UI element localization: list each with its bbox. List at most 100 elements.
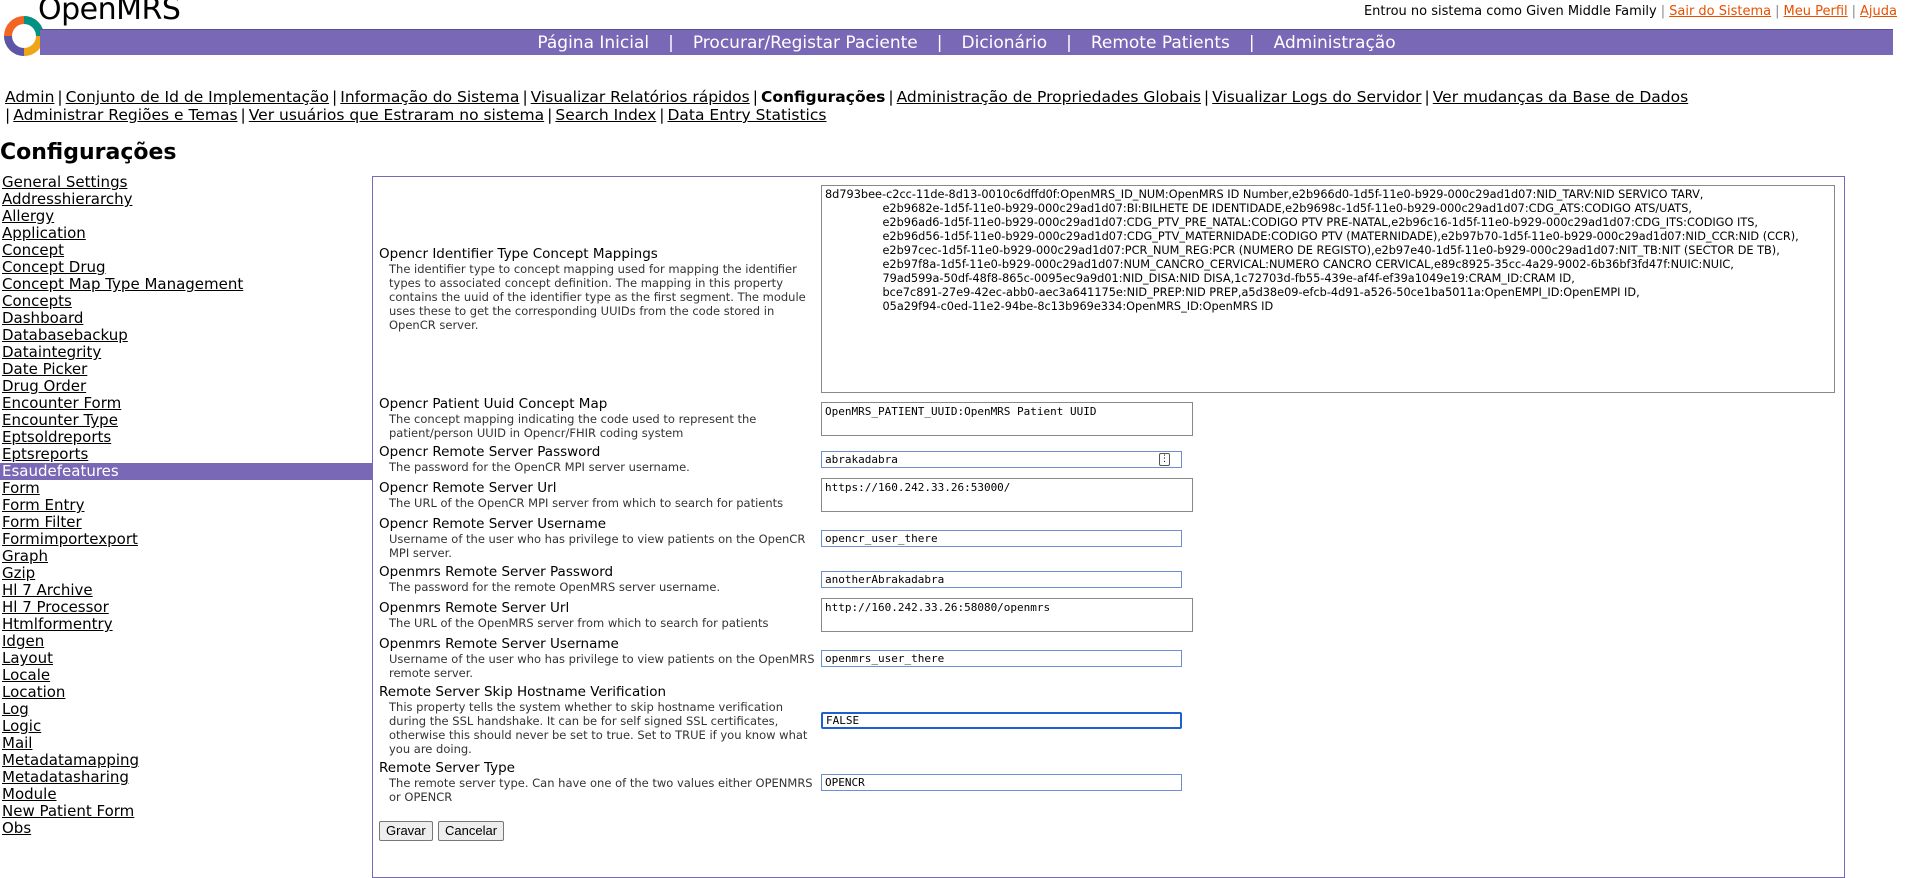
sidebar-item-new-patient-form[interactable]: New Patient Form xyxy=(0,803,372,820)
property-block: Remote Server Skip Hostname Verification… xyxy=(379,684,819,757)
sidebar-item-addresshierarchy[interactable]: Addresshierarchy xyxy=(0,191,372,208)
save-button[interactable]: Gravar xyxy=(379,821,433,841)
sidebar-item-concept-drug[interactable]: Concept Drug xyxy=(0,259,372,276)
sidebar-item-form[interactable]: Form xyxy=(0,480,372,497)
sidebar-item-htmlformentry[interactable]: Htmlformentry xyxy=(0,616,372,633)
property-name: Opencr Remote Server Url xyxy=(379,480,557,496)
sidebar-item-form-filter[interactable]: Form Filter xyxy=(0,514,372,531)
logout-link[interactable]: Sair do Sistema xyxy=(1669,4,1771,19)
admin-link-settings[interactable]: Configurações xyxy=(761,88,885,106)
sidebar-item-concept[interactable]: Concept xyxy=(0,242,372,259)
openmrs-url-textarea[interactable]: http://160.242.33.26:58080/openmrs xyxy=(821,598,1193,632)
sidebar-item-hl-7-archive[interactable]: Hl 7 Archive xyxy=(0,582,372,599)
property-block: Opencr Patient Uuid Concept Map The conc… xyxy=(379,396,819,441)
sidebar-item-drug-order[interactable]: Drug Order xyxy=(0,378,372,395)
sidebar-item-metadatasharing[interactable]: Metadatasharing xyxy=(0,769,372,786)
admin-links: Admin | Conjunto de Id de Implementação | In… xyxy=(5,88,1689,124)
admin-link-implementation-id[interactable]: Conjunto de Id de Implementação xyxy=(66,88,329,106)
nav-home[interactable]: Página Inicial xyxy=(518,33,668,53)
property-block: Remote Server Type The remote server typ… xyxy=(379,761,819,805)
property-block: Openmrs Remote Server Url The URL of the… xyxy=(379,600,819,631)
property-block: Openmrs Remote Server Username Username … xyxy=(379,637,819,681)
sidebar-item-formimportexport[interactable]: Formimportexport xyxy=(0,531,372,548)
admin-link-system-info[interactable]: Informação do Sistema xyxy=(340,88,519,106)
property-name: Openmrs Remote Server Url xyxy=(379,600,570,616)
property-description: The identifier type to concept mapping u… xyxy=(389,262,806,332)
property-block: Opencr Remote Server Password The passwo… xyxy=(379,444,819,475)
sidebar-item-allergy[interactable]: Allergy xyxy=(0,208,372,225)
user-bar: Entrou no sistema como Given Middle Fami… xyxy=(1363,4,1897,19)
cancel-button[interactable]: Cancelar xyxy=(438,821,505,841)
nav-find-patient[interactable]: Procurar/Registar Paciente xyxy=(674,33,937,53)
sidebar-item-general-settings[interactable]: General Settings xyxy=(0,174,372,191)
password-key-icon[interactable]: ⋮ xyxy=(1159,453,1170,466)
admin-link-search-index[interactable]: Search Index xyxy=(555,106,656,124)
sidebar-item-location[interactable]: Location xyxy=(0,684,372,701)
property-name: Opencr Identifier Type Concept Mappings xyxy=(379,246,658,262)
sidebar-item-date-picker[interactable]: Date Picker xyxy=(0,361,372,378)
sidebar-item-concepts[interactable]: Concepts xyxy=(0,293,372,310)
sidebar-item-mail[interactable]: Mail xyxy=(0,735,372,752)
property-description: The password for the OpenCR MPI server u… xyxy=(389,460,690,474)
property-description: Username of the user who has privilege t… xyxy=(389,532,806,560)
settings-sidebar: General Settings Addresshierarchy Allergy A… xyxy=(0,174,372,837)
sidebar-item-locale[interactable]: Locale xyxy=(0,667,372,684)
openmrs-username-field[interactable] xyxy=(821,650,1182,667)
property-name: Remote Server Skip Hostname Verification xyxy=(379,684,667,700)
skip-hostname-verification-field[interactable] xyxy=(821,712,1182,729)
opencr-url-textarea[interactable]: https://160.242.33.26:53000/ xyxy=(821,478,1193,512)
sidebar-item-encounter-form[interactable]: Encounter Form xyxy=(0,395,372,412)
remote-server-type-field[interactable] xyxy=(821,774,1182,791)
identifier-mappings-textarea[interactable] xyxy=(821,185,1835,393)
sidebar-item-graph[interactable]: Graph xyxy=(0,548,372,565)
openmrs-password-field[interactable] xyxy=(821,571,1182,588)
admin-link-global-properties[interactable]: Administração de Propriedades Globais xyxy=(897,88,1201,106)
nav-remote-patients[interactable]: Remote Patients xyxy=(1072,33,1249,53)
admin-link-logged-in-users[interactable]: Ver usuários que Estraram no sistema xyxy=(249,106,544,124)
sidebar-item-form-entry[interactable]: Form Entry xyxy=(0,497,372,514)
admin-link-quick-reports[interactable]: Visualizar Relatórios rápidos xyxy=(531,88,750,106)
sidebar-item-eptsreports[interactable]: Eptsreports xyxy=(0,446,372,463)
property-description: Username of the user who has privilege t… xyxy=(389,652,815,680)
sidebar-item-gzip[interactable]: Gzip xyxy=(0,565,372,582)
property-block: Opencr Remote Server Username Username o… xyxy=(379,516,819,561)
sidebar-item-log[interactable]: Log xyxy=(0,701,372,718)
sidebar-item-metadatamapping[interactable]: Metadatamapping xyxy=(0,752,372,769)
admin-link-data-entry-stats[interactable]: Data Entry Statistics xyxy=(667,106,826,124)
sidebar-item-application[interactable]: Application xyxy=(0,225,372,242)
admin-link-admin[interactable]: Admin xyxy=(5,88,54,106)
nav-dictionary[interactable]: Dicionário xyxy=(943,33,1067,53)
property-block: Opencr Remote Server Url The URL of the … xyxy=(379,480,819,511)
sidebar-item-eptsoldreports[interactable]: Eptsoldreports xyxy=(0,429,372,446)
sidebar-item-hl-7-processor[interactable]: Hl 7 Processor xyxy=(0,599,372,616)
nav-administration[interactable]: Administração xyxy=(1255,33,1415,53)
sidebar-item-databasebackup[interactable]: Databasebackup xyxy=(0,327,372,344)
property-name: Openmrs Remote Server Password xyxy=(379,564,614,580)
sidebar-item-esaudefeatures[interactable]: Esaudefeatures xyxy=(0,463,372,480)
sidebar-item-encounter-type[interactable]: Encounter Type xyxy=(0,412,372,429)
sidebar-item-dashboard[interactable]: Dashboard xyxy=(0,310,372,327)
property-name: Opencr Remote Server Username xyxy=(379,516,607,532)
main-navbar: Página Inicial | Procurar/Registar Pacien… xyxy=(40,29,1893,55)
admin-link-server-logs[interactable]: Visualizar Logs do Servidor xyxy=(1212,88,1421,106)
sidebar-item-concept-map-type-management[interactable]: Concept Map Type Management xyxy=(0,276,372,293)
brand-name: OpenMRS xyxy=(38,0,181,27)
opencr-username-field[interactable] xyxy=(821,530,1182,547)
opencr-password-field[interactable] xyxy=(821,451,1182,468)
property-description: The URL of the OpenMRS server from which… xyxy=(389,616,769,630)
help-link[interactable]: Ajuda xyxy=(1860,4,1897,19)
patient-uuid-map-textarea[interactable]: OpenMRS_PATIENT_UUID:OpenMRS Patient UUI… xyxy=(821,402,1193,436)
sidebar-item-obs[interactable]: Obs xyxy=(0,820,372,837)
settings-panel: Opencr Identifier Type Concept Mappings … xyxy=(372,176,1845,878)
property-description: The URL of the OpenCR MPI server from wh… xyxy=(389,496,784,510)
property-name: Opencr Patient Uuid Concept Map xyxy=(379,396,608,412)
sidebar-item-idgen[interactable]: Idgen xyxy=(0,633,372,650)
admin-link-database-changes[interactable]: Ver mudanças da Base de Dados xyxy=(1433,88,1688,106)
sidebar-item-layout[interactable]: Layout xyxy=(0,650,372,667)
sidebar-item-module[interactable]: Module xyxy=(0,786,372,803)
sidebar-item-dataintegrity[interactable]: Dataintegrity xyxy=(0,344,372,361)
sidebar-item-logic[interactable]: Logic xyxy=(0,718,372,735)
my-profile-link[interactable]: Meu Perfil xyxy=(1784,4,1848,19)
admin-link-locales-themes[interactable]: Administrar Regiões e Temas xyxy=(13,106,237,124)
property-name: Opencr Remote Server Password xyxy=(379,444,601,460)
